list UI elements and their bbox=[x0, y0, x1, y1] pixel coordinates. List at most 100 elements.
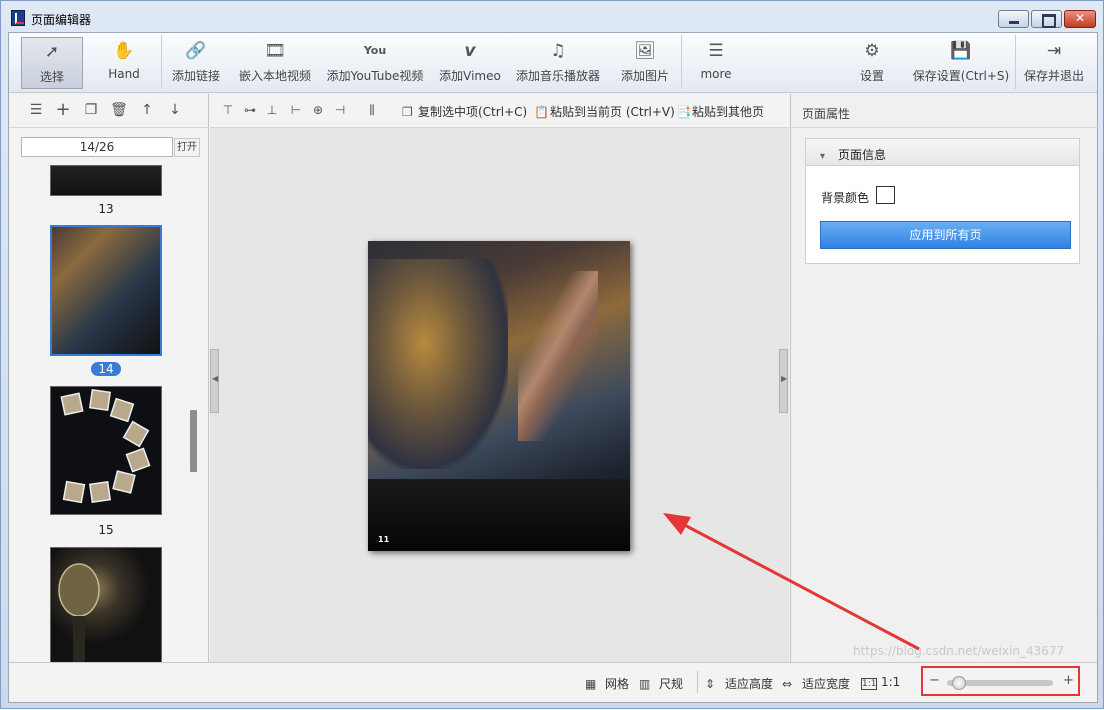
main-toolbar: ➚ 选择 ✋ Hand 🔗 添加链接 🎞 嵌入本地视频 You 添加YouTub… bbox=[9, 33, 1097, 93]
page-info-section-header[interactable]: ▾ 页面信息 bbox=[806, 139, 1079, 166]
pdf-app-icon bbox=[11, 10, 25, 26]
add-page-icon[interactable]: + bbox=[54, 101, 72, 119]
vimeo-icon: v bbox=[464, 41, 476, 61]
paste-other-icon: 📑 bbox=[676, 105, 691, 119]
image-icon: 🖼 bbox=[634, 41, 656, 61]
exit-icon: ⇥ bbox=[1046, 41, 1062, 61]
align-middle-icon[interactable]: ⊶ bbox=[242, 102, 258, 118]
page-thumbnail-15[interactable] bbox=[50, 386, 162, 515]
minimize-button[interactable] bbox=[998, 10, 1029, 28]
canvas-photo-seat bbox=[368, 479, 630, 551]
window-title: 页面编辑器 bbox=[31, 13, 92, 27]
align-bottom-icon[interactable]: ⊥ bbox=[264, 102, 280, 118]
align-left-icon[interactable]: ⊢ bbox=[288, 102, 304, 118]
grid-toggle[interactable]: ▦ 网格 bbox=[585, 675, 629, 692]
page-number-input[interactable]: 14/26 bbox=[21, 137, 173, 157]
arrow-up-icon[interactable]: ↑ bbox=[138, 101, 156, 119]
canvas-photo-figure bbox=[518, 271, 598, 441]
pages-toolbar: ☰ + ❐ 🗑 ↑ ↓ bbox=[9, 94, 209, 128]
toolbar-divider bbox=[1015, 35, 1016, 89]
save-icon: 💾 bbox=[950, 41, 972, 61]
photo-collage-graphic bbox=[60, 388, 151, 504]
align-top-icon[interactable]: ⊤ bbox=[220, 102, 236, 118]
properties-panel: 页面属性 ▾ 页面信息 背景颜色 应用到所有页 bbox=[790, 94, 1098, 662]
page-thumbnail-13[interactable] bbox=[50, 165, 162, 196]
actual-size-button[interactable]: 1:1 1:1 bbox=[861, 675, 900, 690]
distribute-icon[interactable]: ⫼ bbox=[364, 102, 380, 118]
hand-icon: ✋ bbox=[113, 41, 135, 61]
close-button[interactable] bbox=[1064, 10, 1096, 28]
canvas-area: ⊤ ⊶ ⊥ ⊢ ⊕ ⊣ ⫼ ❐ 复制选中项(Ctrl+C) 📋粘贴到当前页 (Ct… bbox=[210, 94, 789, 662]
page-thumbnail-16[interactable] bbox=[50, 547, 162, 665]
page-thumbnail-14[interactable] bbox=[50, 225, 162, 356]
microphone-graphic bbox=[58, 563, 100, 664]
canvas-page-number: 11 bbox=[378, 535, 390, 544]
music-note-icon: ♫ bbox=[550, 41, 566, 61]
bg-color-swatch[interactable] bbox=[876, 186, 895, 204]
page-canvas[interactable]: 11 bbox=[368, 241, 630, 551]
pages-scrollbar[interactable] bbox=[190, 410, 197, 472]
paste-icon: 📋 bbox=[534, 105, 549, 119]
page-thumbnail-label: 15 bbox=[98, 523, 114, 537]
fit-width-button[interactable]: ⇔ 适应宽度 bbox=[782, 675, 850, 692]
canvas-photo-garment bbox=[368, 259, 508, 469]
fit-width-icon: ⇔ bbox=[782, 677, 793, 691]
copy-selected-button[interactable]: ❐ 复制选中项(Ctrl+C) bbox=[402, 103, 527, 120]
more-button[interactable]: ☰ more bbox=[691, 37, 741, 89]
toolbar-divider bbox=[161, 35, 162, 89]
align-right-icon[interactable]: ⊣ bbox=[332, 102, 348, 118]
add-youtube-button[interactable]: You 添加YouTube视频 bbox=[323, 37, 427, 89]
copy-icon: ❐ bbox=[402, 105, 413, 119]
link-icon: 🔗 bbox=[185, 41, 207, 61]
page-info-box: ▾ 页面信息 背景颜色 应用到所有页 bbox=[805, 138, 1080, 264]
add-music-player-button[interactable]: ♫ 添加音乐播放器 bbox=[512, 37, 604, 89]
duplicate-page-icon[interactable]: ❐ bbox=[82, 101, 100, 119]
youtube-icon: You bbox=[363, 44, 387, 57]
film-icon: 🎞 bbox=[264, 41, 286, 61]
fit-height-icon: ⇕ bbox=[705, 677, 716, 691]
collapse-left-panel-button[interactable] bbox=[210, 349, 219, 413]
maximize-button[interactable] bbox=[1031, 10, 1062, 28]
select-cursor-icon: ➚ bbox=[44, 42, 60, 62]
align-center-icon[interactable]: ⊕ bbox=[310, 102, 326, 118]
apply-to-all-pages-button[interactable]: 应用到所有页 bbox=[820, 221, 1071, 249]
paste-other-pages-button[interactable]: 📑粘贴到其他页 bbox=[676, 103, 764, 120]
trash-icon[interactable]: 🗑 bbox=[110, 101, 128, 119]
ruler-icon: ▥ bbox=[639, 677, 651, 691]
chevron-down-icon: ▾ bbox=[820, 151, 826, 162]
zoom-in-button[interactable]: + bbox=[1063, 673, 1074, 688]
editor-window: 页面编辑器 ➚ 选择 ✋ Hand 🔗 添加链接 🎞 嵌入本地视频 bbox=[0, 0, 1104, 709]
embed-local-video-button[interactable]: 🎞 嵌入本地视频 bbox=[235, 37, 315, 89]
editor-toolbar: ⊤ ⊶ ⊥ ⊢ ⊕ ⊣ ⫼ ❐ 复制选中项(Ctrl+C) 📋粘贴到当前页 (Ct… bbox=[210, 94, 789, 128]
title-bar: 页面编辑器 bbox=[1, 1, 1103, 32]
collapse-right-panel-button[interactable] bbox=[779, 349, 788, 413]
watermark-text: https://blog.csdn.net/weixin_43677 bbox=[853, 644, 1065, 658]
add-vimeo-button[interactable]: v 添加Vimeo bbox=[435, 37, 505, 89]
toolbar-divider bbox=[681, 35, 682, 89]
paste-current-page-button[interactable]: 📋粘贴到当前页 (Ctrl+V) bbox=[534, 103, 675, 120]
list-icon[interactable]: ☰ bbox=[27, 101, 45, 119]
grid-icon: ▦ bbox=[585, 677, 597, 691]
save-settings-button[interactable]: 💾 保存设置(Ctrl+S) bbox=[909, 37, 1013, 89]
select-tool-button[interactable]: ➚ 选择 bbox=[21, 37, 83, 89]
actual-size-icon: 1:1 bbox=[861, 678, 877, 690]
add-link-button[interactable]: 🔗 添加链接 bbox=[166, 37, 226, 89]
zoom-slider-handle[interactable] bbox=[951, 676, 966, 690]
fit-height-button[interactable]: ⇕ 适应高度 bbox=[705, 675, 773, 692]
add-image-button[interactable]: 🖼 添加图片 bbox=[613, 37, 677, 89]
arrow-down-icon[interactable]: ↓ bbox=[166, 101, 184, 119]
pages-panel: ☰ + ❐ 🗑 ↑ ↓ 14/26 打开 13 14 15 bbox=[9, 94, 209, 665]
zoom-slider-highlight: − + bbox=[921, 666, 1080, 696]
save-and-exit-button[interactable]: ⇥ 保存并退出 bbox=[1019, 37, 1089, 89]
status-bar: ▦ 网格 ▥ 尺规 ⇕ 适应高度 ⇔ 适应宽度 1:1 1:1 − + bbox=[9, 662, 1097, 702]
zoom-out-button[interactable]: − bbox=[929, 673, 940, 688]
settings-button[interactable]: ⚙ 设置 bbox=[847, 37, 897, 89]
ruler-toggle[interactable]: ▥ 尺规 bbox=[639, 675, 683, 692]
page-thumbnail-label-selected: 14 bbox=[91, 362, 121, 376]
page-thumbnail-label: 13 bbox=[98, 202, 114, 216]
more-icon: ☰ bbox=[708, 41, 724, 61]
bg-color-label: 背景颜色 bbox=[821, 191, 870, 205]
hand-tool-button[interactable]: ✋ Hand bbox=[91, 37, 157, 89]
status-divider bbox=[697, 671, 698, 693]
open-page-button[interactable]: 打开 bbox=[174, 138, 200, 157]
